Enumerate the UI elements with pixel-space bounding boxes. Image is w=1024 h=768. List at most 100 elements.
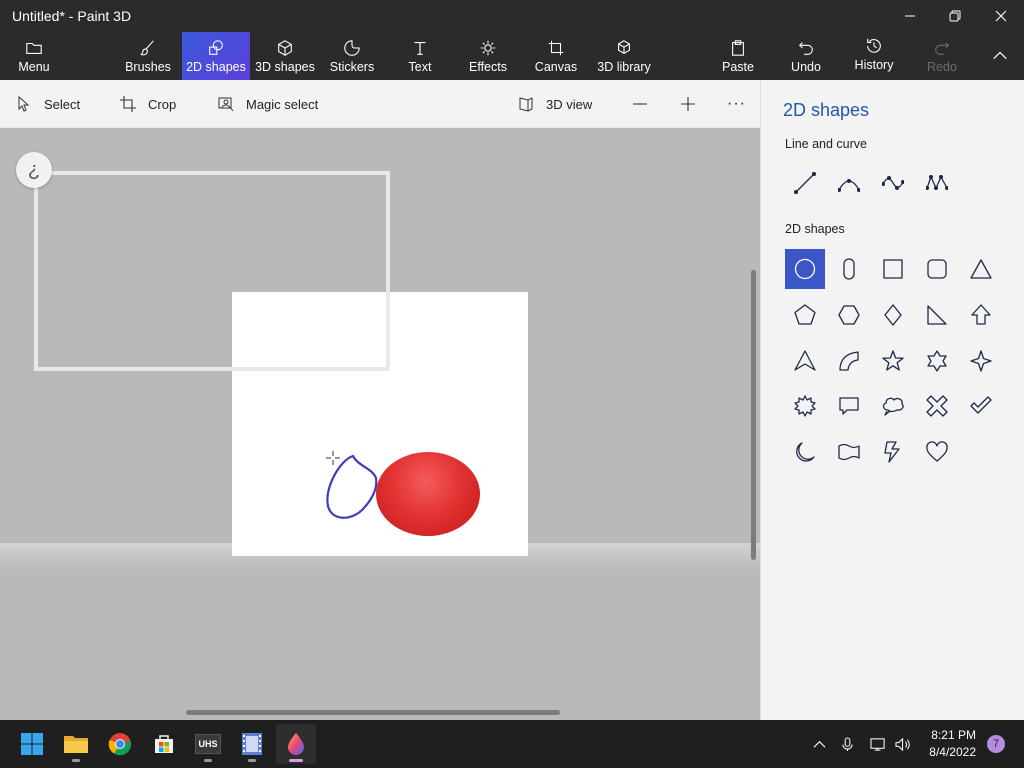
- network-icon: [869, 737, 885, 751]
- star-6-icon[interactable]: [917, 341, 957, 381]
- paint-3d-button[interactable]: [276, 724, 316, 764]
- running-indicator: [204, 759, 212, 762]
- capsule-icon[interactable]: [829, 249, 869, 289]
- arrowhead-icon[interactable]: [785, 341, 825, 381]
- crop-label: Crop: [148, 96, 177, 112]
- store-icon: [155, 735, 173, 753]
- speech-bubble-icon[interactable]: [829, 386, 869, 426]
- file-explorer-button[interactable]: [56, 724, 96, 764]
- film-app-button[interactable]: [232, 724, 272, 764]
- selection-rectangle[interactable]: [34, 171, 390, 371]
- triangle-icon[interactable]: [961, 249, 1001, 289]
- sticker-icon: [342, 38, 362, 58]
- 3d-shapes-label: 3D shapes: [255, 60, 315, 74]
- 3d-library-label: 3D library: [597, 60, 651, 74]
- microphone-button[interactable]: [836, 720, 858, 768]
- banner-icon[interactable]: [829, 432, 869, 472]
- film-app-icon: [242, 733, 262, 755]
- thought-bubble-icon[interactable]: [873, 386, 913, 426]
- rounded-square-icon[interactable]: [917, 249, 957, 289]
- start-button[interactable]: [12, 724, 52, 764]
- tab-brushes[interactable]: Brushes: [120, 32, 176, 80]
- check-mark-icon[interactable]: [961, 386, 1001, 426]
- close-icon: [995, 10, 1007, 22]
- 3d-view-label: 3D view: [546, 96, 593, 112]
- show-hidden-icons-button[interactable]: [808, 720, 830, 768]
- paint-3d-icon: [288, 733, 304, 755]
- store-button[interactable]: [144, 724, 184, 764]
- restore-button[interactable]: [932, 0, 978, 32]
- magic-select-button[interactable]: Magic select: [218, 80, 318, 128]
- chrome-button[interactable]: [100, 724, 140, 764]
- ribbon: Menu Brushes 2D shapes 3D shapes Sticker…: [0, 32, 1024, 80]
- file-explorer-icon: [64, 736, 88, 753]
- diamond-icon[interactable]: [873, 295, 913, 335]
- menu-button[interactable]: Menu: [6, 32, 62, 80]
- circle-icon[interactable]: [785, 249, 825, 289]
- help-button[interactable]: ¿: [16, 152, 52, 188]
- star-4-icon[interactable]: [961, 341, 1001, 381]
- pentagon-icon[interactable]: [785, 295, 825, 335]
- hexagon-icon[interactable]: [829, 295, 869, 335]
- star-5-icon[interactable]: [873, 341, 913, 381]
- undo-label: Undo: [791, 60, 821, 74]
- minimize-icon: [905, 15, 915, 17]
- close-button[interactable]: [978, 0, 1024, 32]
- tab-canvas[interactable]: Canvas: [534, 32, 578, 80]
- minimize-button[interactable]: [887, 0, 933, 32]
- redo-button[interactable]: Redo: [920, 32, 964, 80]
- collapse-ribbon-button[interactable]: [980, 32, 1020, 80]
- text-icon: [410, 38, 430, 58]
- tab-3d-shapes[interactable]: 3D shapes: [252, 32, 318, 80]
- x-mark-icon[interactable]: [917, 386, 957, 426]
- more-options-button[interactable]: ···: [727, 80, 746, 128]
- arrow-up-icon[interactable]: [961, 295, 1001, 335]
- cube-icon: [275, 38, 295, 58]
- paste-button[interactable]: Paste: [716, 32, 760, 80]
- volume-button[interactable]: [892, 720, 914, 768]
- right-triangle-icon[interactable]: [917, 295, 957, 335]
- tab-stickers[interactable]: Stickers: [326, 32, 378, 80]
- three-point-curve-icon[interactable]: [917, 163, 957, 203]
- tab-3d-library[interactable]: 3D library: [596, 32, 652, 80]
- crop-button[interactable]: Crop: [120, 80, 176, 128]
- plus-icon: [681, 97, 695, 111]
- curve-icon[interactable]: [829, 163, 869, 203]
- clock[interactable]: 8:21 PM 8/4/2022: [920, 727, 976, 761]
- undo-button[interactable]: Undo: [784, 32, 828, 80]
- burst-icon[interactable]: [785, 386, 825, 426]
- network-button[interactable]: [866, 720, 890, 768]
- help-icon: ¿: [27, 158, 41, 181]
- crescent-moon-icon[interactable]: [785, 432, 825, 472]
- notification-badge[interactable]: 7: [987, 735, 1005, 753]
- red-ellipse-shape[interactable]: [376, 452, 480, 536]
- line-icon[interactable]: [785, 163, 825, 203]
- crosshair-cursor-icon: [326, 451, 340, 465]
- vertical-scrollbar[interactable]: [751, 270, 756, 560]
- paste-label: Paste: [722, 60, 754, 74]
- tab-effects[interactable]: Effects: [466, 32, 510, 80]
- square-icon[interactable]: [873, 249, 913, 289]
- crop-icon: [120, 96, 136, 112]
- tab-text[interactable]: Text: [400, 32, 440, 80]
- zoom-out-button[interactable]: [632, 80, 648, 128]
- select-button[interactable]: Select: [16, 80, 80, 128]
- 3d-view-button[interactable]: 3D view: [518, 80, 592, 128]
- history-label: History: [854, 58, 894, 72]
- horizontal-scrollbar[interactable]: [186, 710, 560, 715]
- canvas-icon: [546, 38, 566, 58]
- clock-date: 8/4/2022: [929, 745, 976, 759]
- lightning-icon[interactable]: [873, 432, 913, 472]
- quarter-circle-icon[interactable]: [829, 341, 869, 381]
- tab-2d-shapes[interactable]: 2D shapes: [182, 32, 250, 80]
- two-point-curve-icon[interactable]: [873, 163, 913, 203]
- history-button[interactable]: History: [850, 32, 898, 80]
- workspace[interactable]: ¿: [0, 128, 760, 720]
- uhs-app-button[interactable]: UHS: [188, 724, 228, 764]
- chrome-icon: [108, 733, 132, 756]
- active-indicator: [289, 759, 303, 762]
- speaker-icon: [894, 737, 910, 751]
- 3d-library-icon: [614, 38, 634, 58]
- heart-icon[interactable]: [917, 432, 957, 472]
- zoom-in-button[interactable]: [680, 80, 696, 128]
